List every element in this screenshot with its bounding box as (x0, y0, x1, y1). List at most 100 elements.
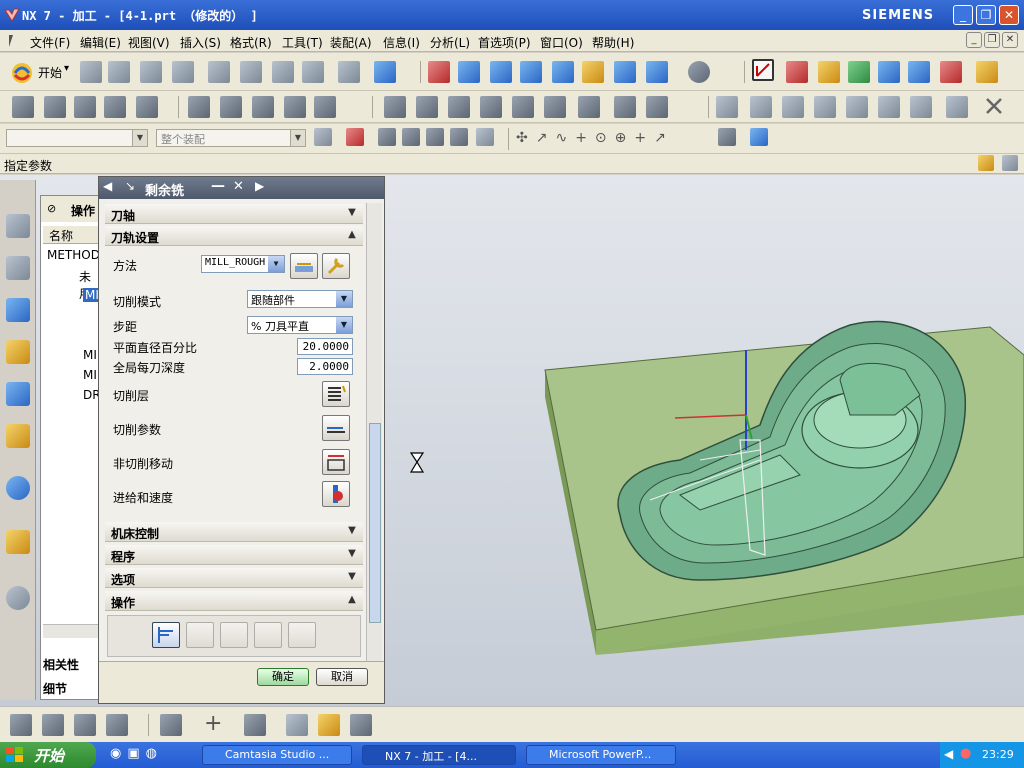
snap-icon-4[interactable] (426, 128, 444, 146)
rotate-icon[interactable] (552, 61, 574, 83)
snap-icon-5[interactable] (450, 128, 468, 146)
undo-icon[interactable] (338, 61, 360, 83)
shop-doc-icon[interactable] (940, 61, 962, 83)
taskbar-powerpoint[interactable]: Microsoft PowerP... (526, 745, 676, 765)
object-icon-6[interactable] (878, 96, 900, 118)
menu-preferences[interactable]: 首选项(P) (478, 34, 531, 51)
verify-icon[interactable] (878, 61, 900, 83)
windows-start-button[interactable]: 开始 (0, 742, 96, 768)
toolpath-icon-7[interactable] (578, 96, 600, 118)
object-icon-3[interactable] (782, 96, 804, 118)
method-select[interactable]: MILL_ROUGH ▼ (201, 255, 285, 273)
operation-navigator-icon[interactable] (6, 298, 30, 322)
stepover-select[interactable]: % 刀具平直 ▼ (247, 316, 353, 334)
type-filter-select[interactable]: ▼ (6, 129, 148, 147)
menu-information[interactable]: 信息(I) (383, 34, 420, 51)
menu-file[interactable]: 文件(F) (30, 34, 70, 51)
doc-minimize-button[interactable]: _ (966, 32, 982, 48)
cut-icon[interactable] (208, 61, 230, 83)
tree-item-method-3[interactable]: MI (83, 368, 97, 382)
cut-pattern-select[interactable]: 跟随部件 ▼ (247, 290, 353, 308)
create-method-icon[interactable] (104, 96, 126, 118)
close-x-icon[interactable] (984, 96, 1004, 116)
toolpath-icon-8[interactable] (614, 96, 636, 118)
paste-icon[interactable] (272, 61, 294, 83)
generate-path-icon[interactable] (848, 61, 870, 83)
history-icon[interactable] (6, 586, 30, 610)
doc-close-button[interactable]: ✕ (1002, 32, 1018, 48)
object-icon-8[interactable] (946, 96, 968, 118)
shaded-icon[interactable] (614, 61, 636, 83)
snap-icon-6[interactable] (718, 128, 736, 146)
menu-window[interactable]: 窗口(O) (540, 34, 583, 51)
wcs-icon[interactable] (752, 59, 774, 81)
snap-icon-2[interactable] (378, 128, 396, 146)
datum-icon[interactable] (286, 714, 308, 736)
machine-tool-navigator-icon[interactable] (6, 340, 30, 364)
maximize-button[interactable]: ❐ (976, 5, 996, 25)
verify-button[interactable] (220, 622, 248, 648)
post-process-icon[interactable] (908, 61, 930, 83)
cut-levels-button[interactable] (322, 381, 350, 407)
fit-icon[interactable] (428, 61, 450, 83)
toolpath-icon-2[interactable] (416, 96, 438, 118)
details-panel-label[interactable]: 细节 (43, 680, 67, 697)
replay-icon[interactable] (220, 96, 242, 118)
dialog-scrollbar[interactable] (366, 203, 382, 661)
list-button[interactable] (288, 622, 316, 648)
object-icon-7[interactable] (910, 96, 932, 118)
object-icon-4[interactable] (814, 96, 836, 118)
nav-forward-icon[interactable]: ▶ (255, 179, 264, 193)
menu-format[interactable]: 格式(R) (230, 34, 272, 51)
plus-icon[interactable]: + (204, 711, 222, 736)
horizontal-scrollbar[interactable] (43, 624, 99, 638)
object-icon-2[interactable] (750, 96, 772, 118)
web-browser-icon[interactable] (6, 476, 30, 500)
toolpath-icon-3[interactable] (448, 96, 470, 118)
section-path-settings[interactable]: 刀轨设置 ▲ (105, 226, 363, 246)
feeds-speeds-button[interactable] (322, 481, 350, 507)
create-operation-icon[interactable] (136, 96, 158, 118)
fullscreen-icon[interactable] (1002, 155, 1018, 171)
cutting-parameters-button[interactable] (322, 415, 350, 441)
toolpath-icon-5[interactable] (512, 96, 534, 118)
reuse-library-icon[interactable] (6, 382, 30, 406)
workpiece-icon[interactable] (10, 714, 32, 736)
hd3d-tools-icon[interactable] (6, 424, 30, 448)
part-navigator-icon[interactable] (6, 256, 30, 280)
verify-path-icon[interactable] (284, 96, 306, 118)
scroll-thumb[interactable] (369, 423, 381, 623)
generate-path-button[interactable] (152, 622, 180, 648)
create-method-button[interactable] (290, 253, 318, 279)
assembly-scope-select[interactable]: 整个装配 ▼ (156, 129, 306, 147)
zoom-icon[interactable] (490, 61, 512, 83)
toolpath-icon-6[interactable] (544, 96, 566, 118)
toolpath-icon-9[interactable] (646, 96, 668, 118)
nav-back-icon[interactable]: ◀ (103, 179, 112, 193)
blank-icon[interactable] (42, 714, 64, 736)
tool-icon[interactable] (818, 61, 840, 83)
taskbar-nx[interactable]: NX 7 - 加工 - [4... (362, 745, 516, 765)
open-file-icon[interactable] (108, 61, 130, 83)
menu-view[interactable]: 视图(V) (128, 34, 170, 51)
role-icon[interactable] (978, 155, 994, 171)
close-button[interactable]: ✕ (999, 5, 1019, 25)
column-header-name[interactable]: 名称 (43, 226, 99, 244)
geometry-icon[interactable] (786, 61, 808, 83)
cut-area-icon[interactable] (106, 714, 128, 736)
toolpath-icon-4[interactable] (480, 96, 502, 118)
percent-flat-diameter-input[interactable]: 20.0000 (297, 338, 353, 355)
zoom-window-icon[interactable] (458, 61, 480, 83)
snap-icon-7[interactable] (750, 128, 768, 146)
layer-icon[interactable] (318, 714, 340, 736)
select-filter-icon[interactable] (374, 61, 396, 83)
taskbar-camtasia[interactable]: Camtasia Studio ... (202, 745, 352, 765)
pan-icon[interactable] (582, 61, 604, 83)
object-icon-5[interactable] (846, 96, 868, 118)
list-path-icon[interactable] (252, 96, 274, 118)
view-cube-icon[interactable] (646, 61, 668, 83)
dependencies-panel-label[interactable]: 相关性 (43, 656, 79, 673)
snap-icon-1[interactable] (346, 128, 364, 146)
snap-icon-3[interactable] (402, 128, 420, 146)
section-tool-axis[interactable]: 刀轴 ▼ (105, 204, 363, 224)
